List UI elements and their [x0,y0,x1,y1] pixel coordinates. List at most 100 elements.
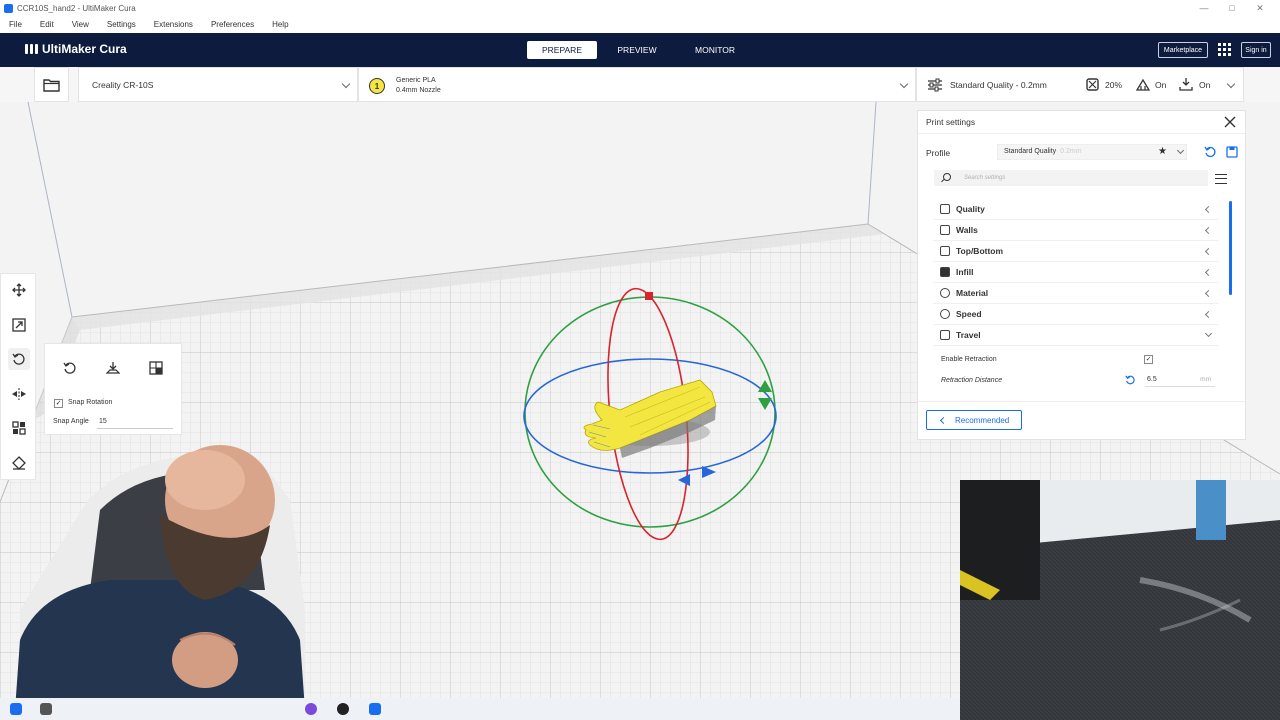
menu-edit[interactable]: Edit [31,20,63,29]
sign-in-button[interactable]: Sign in [1241,42,1271,58]
infill-value: 20% [1105,80,1123,90]
category-walls[interactable]: Walls [933,220,1219,241]
mirror-tool-button[interactable] [8,383,30,405]
lay-flat-button[interactable] [103,358,123,378]
webcam-overlay-printer [960,480,1280,720]
streamer-image [15,445,305,710]
printer-bed-image [960,480,1280,720]
walls-icon [940,225,950,235]
print-settings-panel: Print settings Profile Standard Quality 0… [917,110,1246,440]
settings-scrollbar[interactable] [1229,201,1232,295]
category-material[interactable]: Material [933,283,1219,304]
adhesion-value: On [1199,80,1211,90]
app-header: UltiMaker Cura PREPARE PREVIEW MONITOR M… [0,33,1280,67]
rotate-tool-panel: ✓ Snap Rotation Snap Angle 15 [44,343,182,435]
move-tool-button[interactable] [8,279,30,301]
menu-preferences[interactable]: Preferences [202,20,263,29]
chevron-left-icon [1204,205,1213,214]
menu-help[interactable]: Help [263,20,297,29]
extruder-badge: 1 [369,78,385,94]
category-infill[interactable]: Infill [933,262,1219,283]
printer-selector[interactable]: Creality CR-10S [78,67,358,102]
chevron-left-icon [1204,310,1213,319]
scale-tool-button[interactable] [8,314,30,336]
snap-rotation-checkbox[interactable]: ✓ [54,399,63,408]
cura-taskbar-icon[interactable] [369,703,381,715]
move-icon [12,283,26,297]
snap-angle-input[interactable]: 15 [97,415,173,429]
webcam-overlay-streamer [0,440,310,710]
marketplace-button[interactable]: Marketplace [1158,42,1208,58]
settings-menu-icon[interactable] [1215,174,1227,184]
infill-icon [940,267,950,277]
reset-rotation-button[interactable] [60,358,80,378]
tab-preview[interactable]: PREVIEW [605,41,669,59]
infill-icon [1086,78,1099,91]
rotate-handle-red[interactable] [645,292,653,300]
profile-summary: Standard Quality - 0.2mm [950,80,1047,90]
category-speed[interactable]: Speed [933,304,1219,325]
tab-prepare[interactable]: PREPARE [527,41,597,59]
print-settings-selector[interactable]: Standard Quality - 0.2mm 20% On On [916,67,1244,102]
settings-list: Quality Walls Top/Bottom Infill Material… [933,199,1219,399]
per-model-settings-button[interactable] [8,417,30,439]
category-travel[interactable]: Travel [933,325,1219,346]
open-file-button[interactable] [34,67,69,102]
menu-view[interactable]: View [63,20,98,29]
tab-monitor[interactable]: MONITOR [682,41,748,59]
app-icon[interactable] [337,703,349,715]
retraction-distance-unit: mm [1200,376,1211,383]
recommended-button[interactable]: Recommended [926,410,1022,430]
retraction-distance-value: 6.5 [1147,376,1157,383]
nozzle-size: 0.4mm Nozzle [396,87,441,94]
rotate-tool-button[interactable] [8,348,30,370]
menu-file[interactable]: File [0,20,31,29]
reset-setting-icon[interactable] [1125,375,1135,385]
menu-extensions[interactable]: Extensions [145,20,202,29]
category-label: Top/Bottom [956,246,1004,256]
reset-profile-icon[interactable] [1204,146,1216,158]
enable-retraction-checkbox[interactable]: ✓ [1144,354,1153,364]
category-label: Walls [956,225,978,235]
category-quality[interactable]: Quality [933,199,1219,220]
printer-name: Creality CR-10S [92,79,154,90]
search-icon[interactable] [40,703,52,715]
maximize-icon[interactable]: □ [1220,0,1244,16]
select-face-button[interactable] [146,358,166,378]
apps-grid-icon[interactable] [1218,43,1231,56]
window-titlebar: CCR10S_hand2 - UltiMaker Cura — □ ✕ [0,0,1280,16]
material-selector[interactable]: 1 Generic PLA 0.4mm Nozzle [358,67,916,102]
top-bottom-icon [940,246,950,256]
search-settings-input[interactable]: Search settings [934,170,1208,186]
save-profile-icon[interactable] [1226,146,1238,158]
chevron-down-icon [1226,79,1236,89]
divider [918,133,1245,134]
chevron-down-icon [1204,329,1213,338]
chevron-down-icon [341,79,351,89]
minimize-icon[interactable]: — [1192,0,1216,16]
per-model-settings-icon [12,421,26,435]
print-settings-title: Print settings [926,117,976,127]
menu-settings[interactable]: Settings [98,20,145,29]
chevron-left-icon [1204,226,1213,235]
chevron-left-icon [1204,247,1213,256]
chevron-left-icon [1204,268,1213,277]
app-icon[interactable] [305,703,317,715]
cura-app-icon [4,3,13,13]
ultimaker-logo-icon [25,44,38,54]
retraction-distance-input[interactable]: 6.5 mm [1145,373,1215,387]
brand-logo: UltiMaker Cura [25,42,127,56]
profile-dropdown[interactable]: Standard Quality 0.2mm ★ [997,144,1187,160]
start-icon[interactable] [10,703,22,715]
brand-name: UltiMaker Cura [42,42,127,56]
close-icon[interactable] [1224,116,1236,128]
recommended-label: Recommended [955,415,1010,425]
snap-rotation-label: Snap Rotation [68,399,113,406]
category-label: Material [956,288,989,298]
quality-icon [940,204,950,214]
close-window-icon[interactable]: ✕ [1248,0,1272,16]
speed-icon [940,309,950,319]
star-icon[interactable]: ★ [1158,146,1167,157]
category-top-bottom[interactable]: Top/Bottom [933,241,1219,262]
select-face-icon [149,361,163,375]
